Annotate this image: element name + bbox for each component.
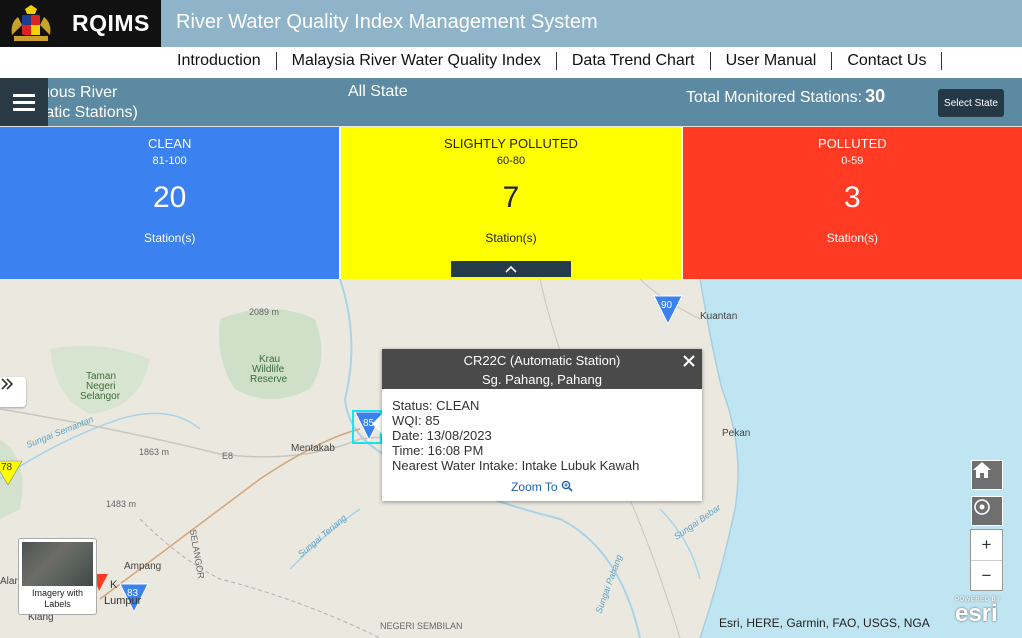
nav-data-trend-chart[interactable]: Data Trend Chart — [557, 52, 711, 70]
popup-intake: Nearest Water Intake: Intake Lubuk Kawah — [392, 458, 640, 473]
zoom-to-link[interactable]: Zoom To — [382, 480, 702, 494]
popup-header: CR22C (Automatic Station) Sg. Pahang, Pa… — [382, 349, 702, 389]
map-attribution[interactable]: Esri, HERE, Garmin, FAO, USGS, NGA — [719, 616, 930, 630]
map-label-elevation: 1863 m — [139, 447, 170, 457]
malaysia-crest-icon — [11, 4, 51, 41]
brand-name: RQIMS — [72, 10, 150, 36]
station-popup: CR22C (Automatic Station) Sg. Pahang, Pa… — [382, 349, 702, 501]
nav-introduction[interactable]: Introduction — [162, 52, 277, 70]
card-count: 7 — [502, 181, 520, 214]
map-label-elevation: 2089 m — [249, 307, 280, 317]
total-stations-value: 30 — [865, 86, 886, 106]
map-label-kuantan: Kuantan — [700, 311, 738, 322]
card-polluted[interactable]: POLLUTED 0-59 3 Station(s) — [682, 127, 1022, 279]
status-cards: CLEAN 81-100 20 Station(s) SLIGHTLY POLL… — [0, 127, 1022, 279]
home-icon — [973, 462, 991, 478]
nav-wqi[interactable]: Malaysia River Water Quality Index — [277, 52, 557, 70]
select-state-button[interactable]: Select State — [938, 89, 1004, 117]
hamburger-menu-button[interactable] — [0, 78, 48, 126]
map-label-alam: Alan — [0, 576, 21, 587]
popup-status: Status: CLEAN — [392, 398, 480, 413]
map-label-negeri-sembilan: NEGERI SEMBILAN — [380, 621, 463, 631]
card-range: 60-80 — [496, 155, 526, 167]
basemap-toggle[interactable]: Imagery with Labels — [18, 538, 97, 615]
card-title: CLEAN — [147, 136, 192, 151]
card-count: 20 — [152, 181, 187, 214]
popup-river-name: Sg. Pahang, Pahang — [482, 372, 602, 387]
collapse-cards-button[interactable] — [451, 261, 572, 277]
map-label-krau-3: Reserve — [250, 374, 288, 385]
menu-icon — [13, 93, 35, 97]
card-title: POLLUTED — [818, 136, 887, 151]
app-header: RQIMS River Water Quality Index Manageme… — [0, 0, 1022, 47]
locate-icon — [974, 499, 990, 515]
card-range: 0-59 — [841, 155, 864, 167]
zoom-out-button[interactable]: − — [971, 560, 1002, 590]
card-title: SLIGHTLY POLLUTED — [444, 136, 578, 151]
close-icon[interactable] — [682, 354, 696, 368]
zoom-in-magnifier-icon — [561, 480, 573, 492]
popup-station-name: CR22C (Automatic Station) — [463, 353, 621, 368]
system-title: River Water Quality Index Management Sys… — [176, 11, 598, 33]
locate-button[interactable] — [971, 496, 1003, 526]
card-count: 3 — [843, 181, 861, 214]
minus-icon: − — [981, 565, 992, 585]
chevron-up-icon — [505, 265, 517, 273]
nav-contact-us[interactable]: Contact Us — [832, 52, 943, 70]
marker-value: 83 — [127, 588, 139, 599]
logo-box[interactable]: RQIMS — [0, 0, 161, 47]
total-stations: Total Monitored Stations: 30 — [686, 86, 885, 107]
basemap-thumbnail — [22, 542, 93, 586]
map-label-elevation: 1483 m — [106, 499, 137, 509]
zoom-to-label: Zoom To — [511, 480, 558, 494]
total-stations-label: Total Monitored Stations: — [686, 89, 863, 106]
popup-body: Status: CLEAN WQI: 85 Date: 13/08/2023 T… — [382, 389, 702, 482]
card-range: 81-100 — [152, 155, 187, 167]
esri-logo[interactable]: POWERED BY esri — [955, 597, 1001, 626]
map-label-taman-3: Selangor — [80, 391, 121, 402]
selected-state: All State — [348, 83, 408, 100]
nav-user-manual[interactable]: User Manual — [711, 52, 833, 70]
popup-date: Date: 13/08/2023 — [392, 428, 492, 443]
card-clean[interactable]: CLEAN 81-100 20 Station(s) — [0, 127, 340, 279]
map-label-mentakab: Mentakab — [291, 443, 335, 454]
card-unit: Station(s) — [826, 231, 878, 245]
marker-value: 90 — [661, 300, 673, 311]
card-unit: Station(s) — [485, 231, 537, 245]
menu-icon-bar — [13, 107, 35, 111]
map-label-kl: K — [110, 579, 118, 591]
card-unit: Station(s) — [143, 231, 196, 245]
expand-sidebar-button[interactable] — [0, 377, 26, 407]
zoom-control: + − — [970, 529, 1003, 591]
popup-wqi: WQI: 85 — [392, 413, 440, 428]
popup-time: Time: 16:08 PM — [392, 443, 484, 458]
marker-value: 78 — [1, 462, 13, 473]
map-label-pekan: Pekan — [722, 428, 751, 439]
esri-name: esri — [955, 600, 998, 627]
map-label-ampang: Ampang — [124, 561, 162, 572]
home-button[interactable] — [971, 460, 1003, 490]
basemap-label: Imagery with Labels — [31, 588, 84, 609]
plus-icon: + — [981, 535, 992, 554]
main-nav: Introduction Malaysia River Water Qualit… — [0, 47, 1022, 78]
popup-pointer — [372, 414, 382, 434]
zoom-in-button[interactable]: + — [971, 530, 1002, 560]
menu-icon-bar — [13, 100, 35, 104]
status-bar: nuous River matic Stations) All State To… — [0, 78, 1022, 126]
card-slightly-polluted[interactable]: SLIGHTLY POLLUTED 60-80 7 Station(s) — [339, 127, 683, 279]
map-label-road: E8 — [222, 451, 234, 461]
double-chevron-right-icon — [1, 378, 14, 390]
